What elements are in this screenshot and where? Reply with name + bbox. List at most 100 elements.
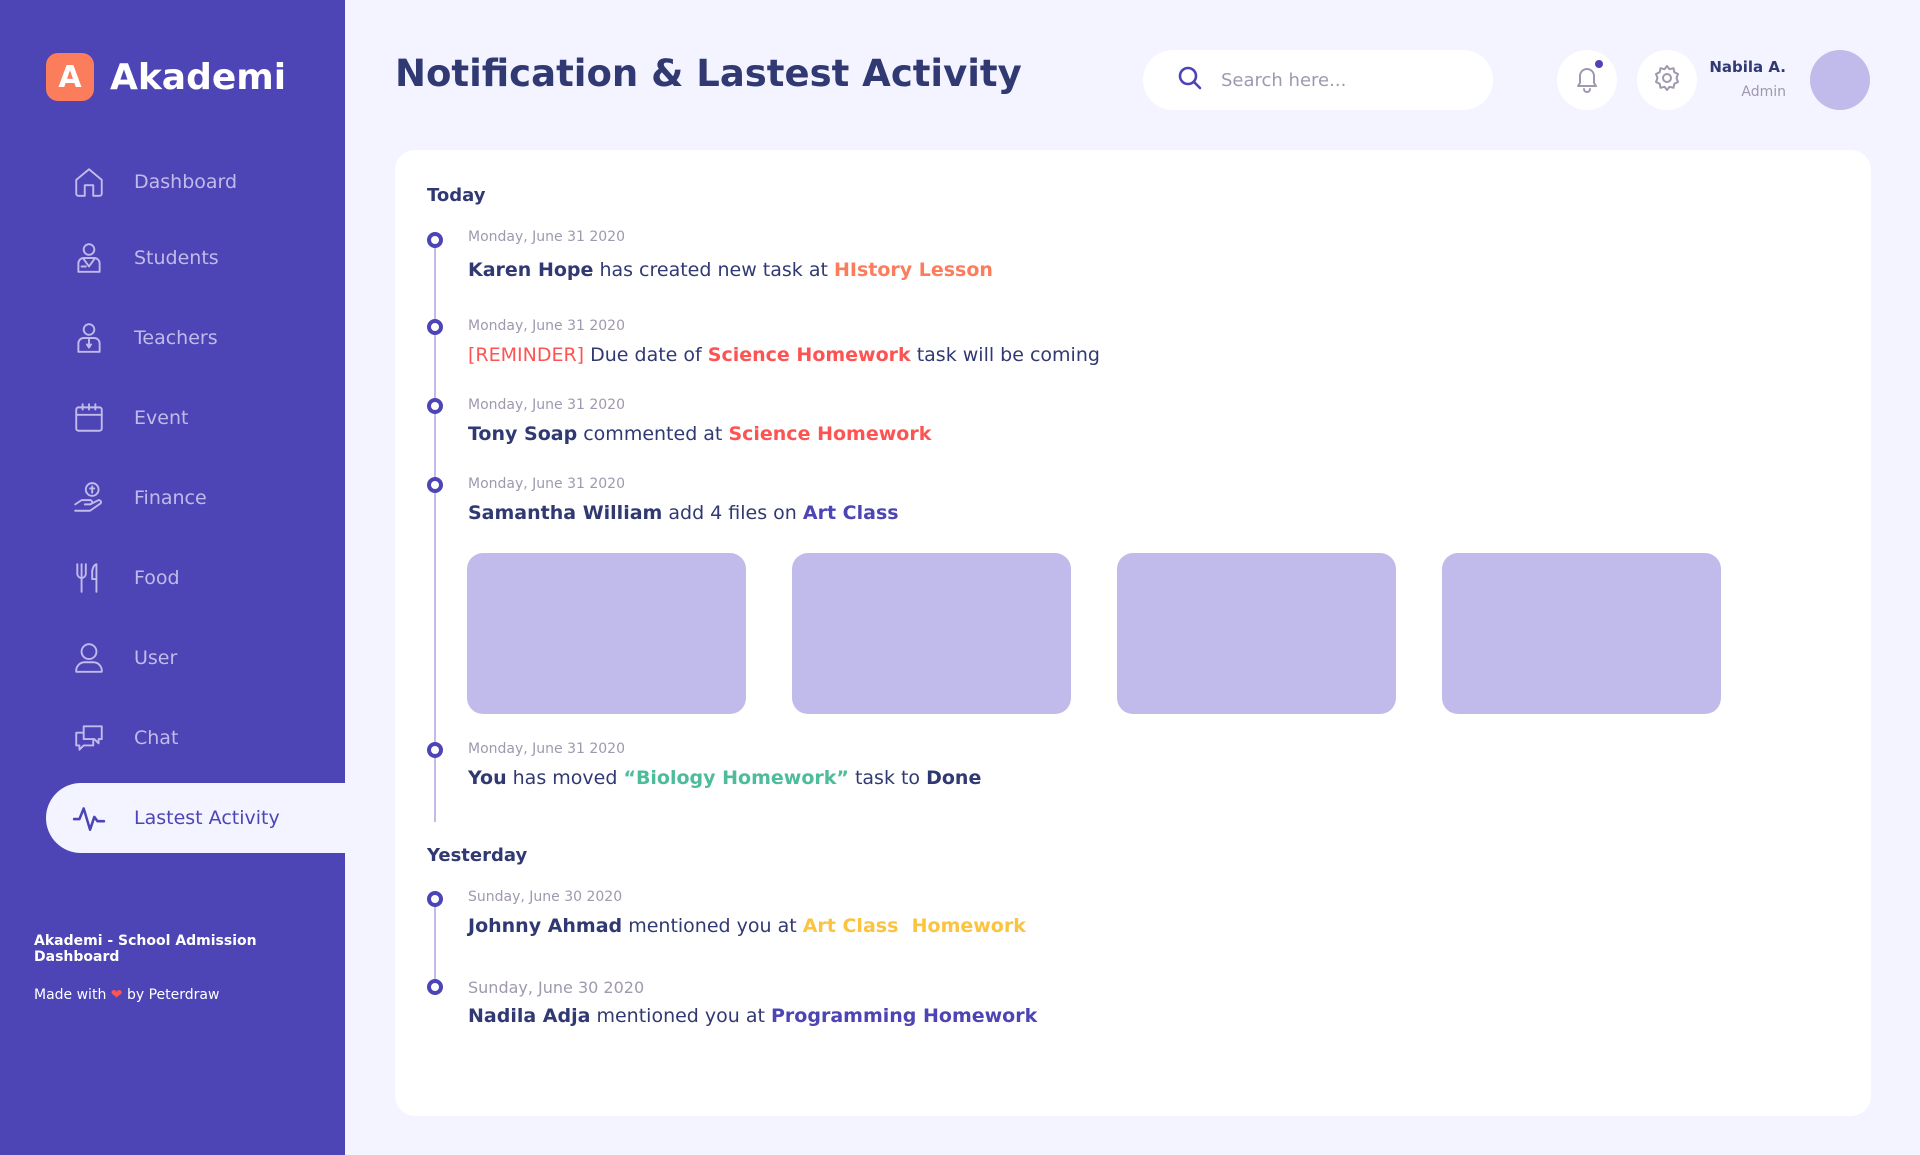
timeline-dot [427,319,443,335]
section-yesterday-label: Yesterday [427,845,528,866]
timeline-dot [427,979,443,995]
activity-item: Monday, June 31 2020 Tony Soap commented… [468,397,931,445]
app-logo[interactable]: A Akademi [46,53,286,101]
activity-date: Monday, June 31 2020 [468,318,626,334]
activity-text: mentioned you at [596,1005,765,1027]
avatar[interactable] [1810,50,1870,110]
sidebar-item-students[interactable]: Students [46,223,345,293]
activity-target-link[interactable]: HIstory Lesson [834,259,993,281]
activity-text-suffix: task will be coming [916,344,1100,366]
activity-target-link[interactable]: Science Homework [708,344,911,366]
footer-made-suffix: by Peterdraw [126,987,220,1003]
timeline-dot [427,232,443,248]
activity-actor[interactable]: Samantha William [468,502,662,524]
activity-actor[interactable]: Johnny Ahmad [468,915,622,937]
sidebar-item-food[interactable]: Food [46,543,345,613]
activity-date: Monday, June 31 2020 [468,397,626,413]
activity-status: Done [926,767,982,789]
activity-message: Samantha William add 4 files on Art Clas… [468,502,899,524]
activity-message: [REMINDER] Due date of Science Homework … [468,344,1100,366]
activity-actor[interactable]: Karen Hope [468,259,593,281]
notification-button[interactable] [1557,50,1617,110]
sidebar-item-label: Dashboard [134,171,238,193]
sidebar-item-dashboard[interactable]: Dashboard [46,147,345,217]
activity-text: has created new task at [599,259,828,281]
activity-actor[interactable]: You [468,767,507,789]
settings-button[interactable] [1637,50,1697,110]
activity-target-link[interactable]: Art Class Homework [803,915,1026,937]
activity-card: Today Monday, June 31 2020 Karen Hope ha… [395,150,1871,1116]
activity-text: commented at [583,423,723,445]
reminder-tag: [REMINDER] [468,344,585,366]
activity-item: Monday, June 31 2020 Samantha William ad… [468,476,899,524]
search-icon[interactable] [1177,65,1203,95]
sidebar-item-label: Food [134,567,180,589]
home-icon [70,163,108,201]
activity-icon [70,799,108,837]
sidebar-item-event[interactable]: Event [46,383,345,453]
file-thumbnail[interactable] [1117,553,1396,714]
activity-actor[interactable]: Tony Soap [468,423,577,445]
sidebar-item-label: Lastest Activity [134,807,280,829]
activity-actor[interactable]: Nadila Adja [468,1005,590,1027]
timeline-line [434,901,436,989]
activity-date: Monday, June 31 2020 [468,476,626,492]
sidebar-item-finance[interactable]: Finance [46,463,345,533]
timeline-dot [427,891,443,907]
activity-date: Sunday, June 30 2020 [468,978,645,997]
calendar-icon [70,399,108,437]
user-icon [70,639,108,677]
student-icon [70,239,108,277]
sidebar-item-teachers[interactable]: Teachers [46,303,345,373]
sidebar-item-label: Teachers [134,327,218,349]
file-thumbnail[interactable] [1442,553,1721,714]
chat-icon [70,719,108,757]
activity-text-suffix: task to [854,767,921,789]
activity-message: You has moved “Biology Homework” task to… [468,767,981,789]
activity-message: Karen Hope has created new task at HIsto… [468,259,993,281]
activity-target-link[interactable]: Science Homework [728,423,931,445]
activity-text: add 4 files on [668,502,797,524]
activity-message: Nadila Adja mentioned you at Programming… [468,1005,1037,1027]
activity-date: Monday, June 31 2020 [468,229,626,245]
activity-text: Due date of [590,344,702,366]
logo-badge: A [46,53,94,101]
user-name: Nabila A. [1709,58,1786,76]
footer-credit: Made with ❤ by Peterdraw [34,987,345,1003]
sidebar-item-chat[interactable]: Chat [46,703,345,773]
activity-target-link[interactable]: Art Class [803,502,899,524]
sidebar: A Akademi Dashboard Students Teachers Ev… [0,0,345,1155]
notification-dot [1595,60,1603,68]
gear-icon [1652,63,1682,97]
file-thumbnail[interactable] [467,553,746,714]
footer-made-prefix: Made with [34,987,107,1003]
sidebar-item-label: Chat [134,727,179,749]
activity-target-link[interactable]: “Biology Homework” [623,767,848,789]
sidebar-item-label: User [134,647,178,669]
sidebar-item-lastest-activity[interactable]: Lastest Activity [46,783,345,853]
footer-title: Akademi - School Admission Dashboard [34,933,257,965]
sidebar-item-label: Event [134,407,189,429]
sidebar-item-label: Finance [134,487,207,509]
activity-date: Sunday, June 30 2020 [468,889,623,905]
app-name: Akademi [110,56,287,98]
timeline-dot [427,398,443,414]
activity-message: Johnny Ahmad mentioned you at Art Class … [468,915,1026,937]
page-title: Notification & Lastest Activity [395,52,1022,95]
heart-icon: ❤ [110,987,123,1003]
timeline-dot [427,477,443,493]
activity-item: Sunday, June 30 2020 Johnny Ahmad mentio… [468,889,1026,937]
sidebar-item-user[interactable]: User [46,623,345,693]
timeline-dot [427,742,443,758]
search-bar [1143,50,1493,110]
search-input[interactable] [1221,69,1461,91]
attached-files [467,553,1721,714]
user-role: Admin [1741,84,1786,100]
activity-target-link[interactable]: Programming Homework [771,1005,1037,1027]
bell-icon [1572,63,1602,97]
file-thumbnail[interactable] [792,553,1071,714]
activity-date: Monday, June 31 2020 [468,741,626,757]
activity-item: Monday, June 31 2020 [REMINDER] Due date… [468,318,1100,366]
activity-item: Monday, June 31 2020 Karen Hope has crea… [468,229,993,281]
activity-text: has moved [512,767,618,789]
